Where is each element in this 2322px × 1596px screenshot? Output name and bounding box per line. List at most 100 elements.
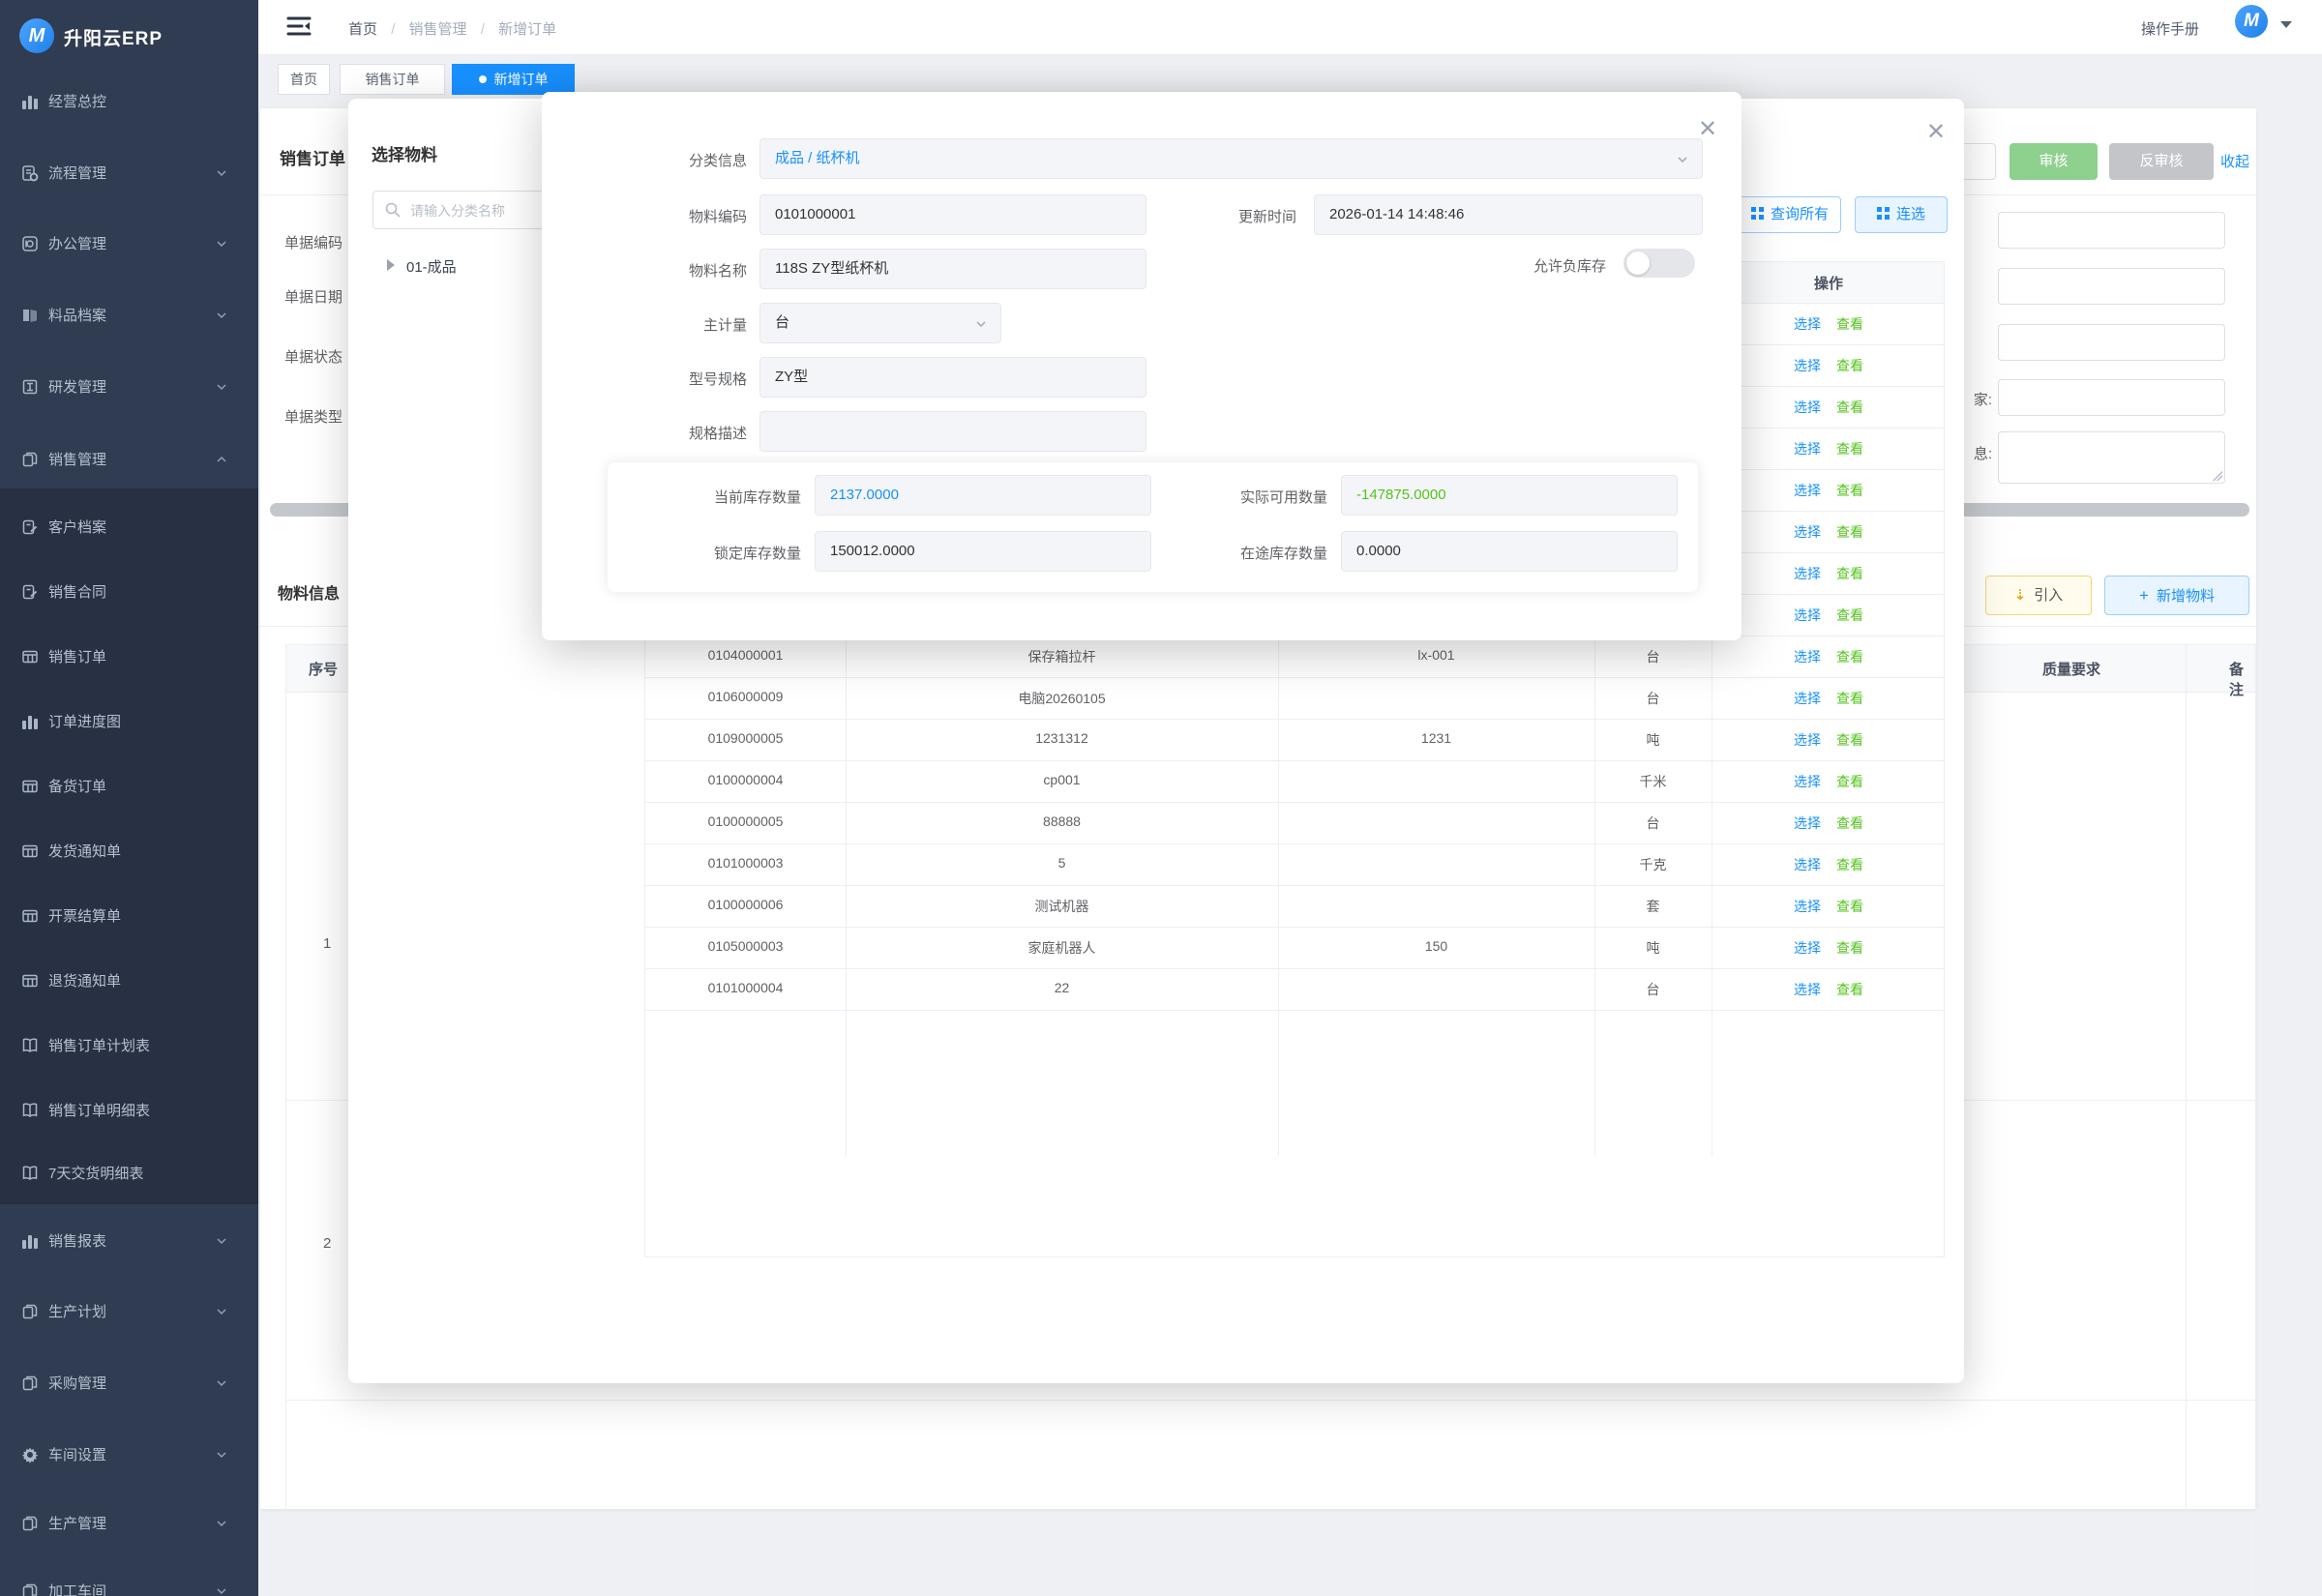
view-link[interactable]: 查看 [1836,899,1863,914]
audit-button[interactable]: 审核 [2009,143,2098,180]
sidebar-item-销售订单计划表[interactable]: 销售订单计划表 [0,1024,258,1067]
sidebar-item-订单进度图[interactable]: 订单进度图 [0,700,258,743]
view-link[interactable]: 查看 [1836,441,1863,457]
avatar[interactable]: M [2235,5,2268,38]
available-stock-input[interactable]: -147875.0000 [1341,475,1678,516]
tree-expand-icon[interactable] [387,259,395,271]
view-link[interactable]: 查看 [1836,566,1863,581]
grid-icon [1751,207,1764,220]
order-form-input-4[interactable] [1998,379,2225,416]
view-link[interactable]: 查看 [1836,524,1863,540]
breadcrumb-home[interactable]: 首页 [348,21,377,38]
sidebar-item-经营总控[interactable]: 经营总控 [0,80,258,123]
negative-stock-toggle[interactable] [1623,249,1695,278]
sidebar-item-加工车间[interactable]: 加工车间 [0,1570,258,1596]
updated-input[interactable]: 2026-01-14 14:48:46 [1314,194,1703,235]
grid-icon [21,907,39,925]
view-link[interactable]: 查看 [1836,774,1863,789]
modal-close-icon[interactable]: ✕ [1923,120,1949,145]
sidebar-item-销售管理[interactable]: 销售管理 [0,438,258,481]
tab-sales-order[interactable]: 销售订单 [340,64,445,95]
sidebar-item-退货通知单[interactable]: 退货通知单 [0,960,258,1002]
select-link[interactable]: 选择 [1794,732,1821,748]
sidebar-item-发货通知单[interactable]: 发货通知单 [0,830,258,872]
tree-node-finished-goods[interactable]: 01-成品 [406,256,457,277]
select-link[interactable]: 选择 [1794,358,1821,373]
view-link[interactable]: 查看 [1836,732,1863,748]
order-form-input-3[interactable] [1998,324,2225,361]
unit-select[interactable]: 台 [759,303,1001,343]
sidebar-item-销售订单明细表[interactable]: 销售订单明细表 [0,1089,258,1132]
sidebar-item-研发管理[interactable]: 研发管理 [0,366,258,408]
sidebar-item-生产管理[interactable]: 生产管理 [0,1502,258,1545]
sidebar-item-7天交货明细表[interactable]: 7天交货明细表 [0,1152,258,1195]
order-form-input-2[interactable] [1998,268,2225,305]
view-link[interactable]: 查看 [1836,483,1863,498]
code-input[interactable]: 0101000001 [759,194,1146,235]
sidebar-item-客户档案[interactable]: 客户档案 [0,506,258,548]
sidebar-item-生产计划[interactable]: 生产计划 [0,1290,258,1333]
view-link[interactable]: 查看 [1836,607,1863,623]
select-link[interactable]: 选择 [1794,316,1821,332]
sidebar-item-采购管理[interactable]: 采购管理 [0,1362,258,1404]
current-stock-input[interactable]: 2137.0000 [815,475,1151,516]
select-link[interactable]: 选择 [1794,982,1821,997]
select-link[interactable]: 选择 [1794,524,1821,540]
select-link[interactable]: 选择 [1794,607,1821,623]
order-form-input-1[interactable] [1998,212,2225,249]
select-link[interactable]: 选择 [1794,566,1821,581]
view-link[interactable]: 查看 [1836,982,1863,997]
avatar-caret-icon[interactable] [2280,21,2292,28]
hidden-toolbar-input[interactable] [1961,143,1996,180]
name-input[interactable]: 118S ZY型纸杯机 [759,249,1146,289]
select-link[interactable]: 选择 [1794,774,1821,789]
unaudit-button[interactable]: 反审核 [2109,143,2214,180]
sidebar-item-办公管理[interactable]: 办公管理 [0,222,258,265]
manual-link[interactable]: 操作手册 [2141,18,2199,39]
select-link[interactable]: 选择 [1794,441,1821,457]
order-form-textarea[interactable] [1998,431,2225,484]
query-all-button[interactable]: 查询所有 [1739,196,1841,233]
multi-select-button[interactable]: 连选 [1855,196,1948,233]
sidebar-item-销售报表[interactable]: 销售报表 [0,1220,258,1262]
category-select[interactable]: 成品 / 纸杯机 [759,138,1703,179]
view-link[interactable]: 查看 [1836,316,1863,332]
cell-actions: 选择查看 [1712,897,1946,916]
sidebar-item-流程管理[interactable]: 流程管理 [0,152,258,194]
add-material-button[interactable]: +新增物料 [2104,576,2249,615]
select-link[interactable]: 选择 [1794,857,1821,872]
collapse-link[interactable]: 收起 [2220,151,2249,171]
breadcrumb-sales[interactable]: 销售管理 [409,21,467,38]
view-link[interactable]: 查看 [1836,399,1863,415]
tab-new-order[interactable]: 新增订单 [452,64,575,95]
select-link[interactable]: 选择 [1794,649,1821,665]
tab-home[interactable]: 首页 [278,64,330,95]
view-link[interactable]: 查看 [1836,815,1863,831]
view-link[interactable]: 查看 [1836,358,1863,373]
select-link[interactable]: 选择 [1794,399,1821,415]
select-link[interactable]: 选择 [1794,899,1821,914]
view-link[interactable]: 查看 [1836,857,1863,872]
view-link[interactable]: 查看 [1836,940,1863,956]
chevron-down-icon [216,381,227,393]
sidebar-item-车间设置[interactable]: 车间设置 [0,1433,258,1476]
select-link[interactable]: 选择 [1794,815,1821,831]
sidebar-collapse-icon[interactable] [286,14,312,39]
select-link[interactable]: 选择 [1794,483,1821,498]
material-row-0104000001: 0104000001保存箱拉杆lx-001台选择查看 [645,636,1944,678]
select-link[interactable]: 选择 [1794,940,1821,956]
model-input[interactable]: ZY型 [759,357,1146,398]
page-title: 销售订单 [280,145,345,169]
sidebar-item-料品档案[interactable]: 料品档案 [0,294,258,337]
view-link[interactable]: 查看 [1836,691,1863,706]
transit-stock-input[interactable]: 0.0000 [1341,531,1678,572]
spec-input[interactable] [759,411,1146,452]
view-link[interactable]: 查看 [1836,649,1863,665]
sidebar-item-开票结算单[interactable]: 开票结算单 [0,895,258,937]
import-button[interactable]: ⇣引入 [1985,576,2092,615]
select-link[interactable]: 选择 [1794,691,1821,706]
sidebar-item-备货订单[interactable]: 备货订单 [0,765,258,808]
sidebar-item-销售订单[interactable]: 销售订单 [0,635,258,678]
sidebar-item-销售合同[interactable]: 销售合同 [0,571,258,613]
locked-stock-input[interactable]: 150012.0000 [815,531,1151,572]
